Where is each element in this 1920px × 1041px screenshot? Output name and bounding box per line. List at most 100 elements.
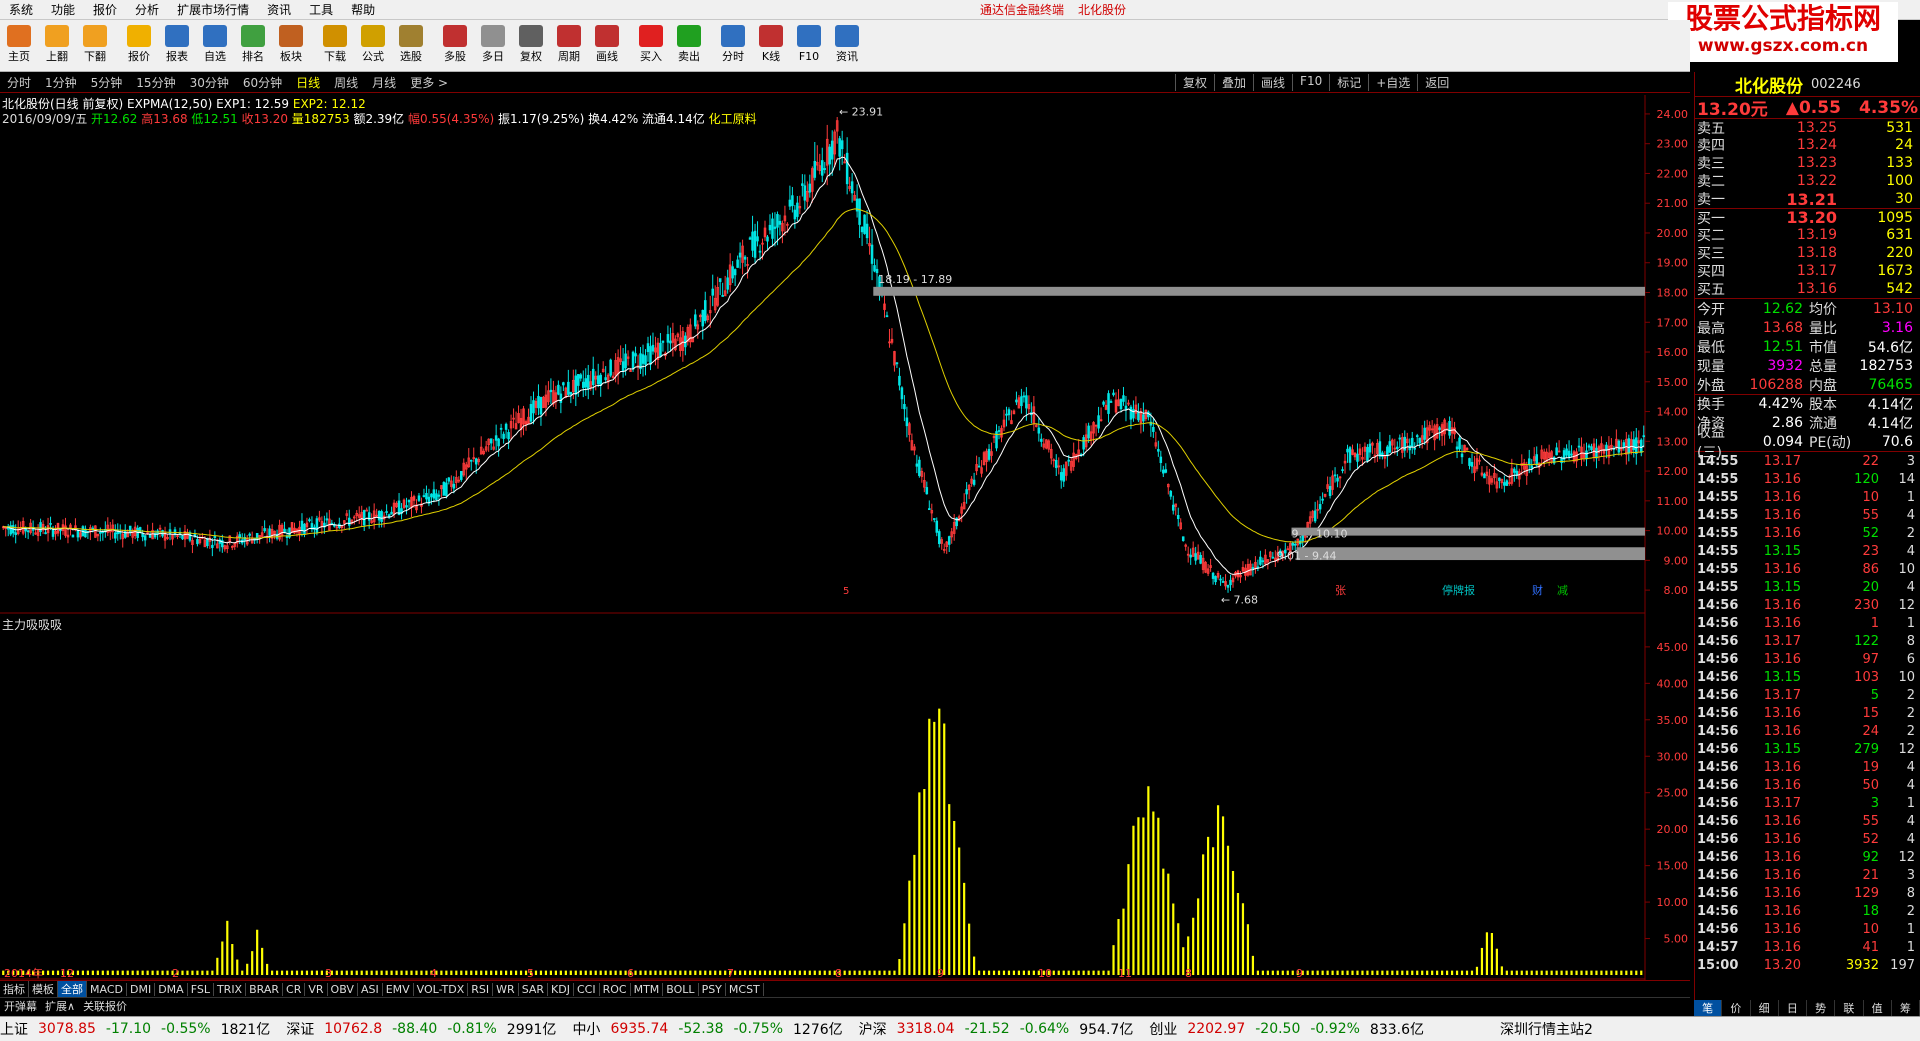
indicator-tab-4[interactable]: DMI — [127, 982, 156, 996]
quote-tab-5[interactable]: 联 — [1835, 1000, 1864, 1016]
toolbar-button-9[interactable]: 公式 — [354, 20, 392, 70]
extra-tab-1[interactable]: 扩展∧ — [41, 998, 79, 1014]
bid-row-4[interactable]: 买五 13.16 542 — [1695, 280, 1920, 298]
toolbar-button-3[interactable]: 报价 — [120, 20, 158, 70]
period-tab-1[interactable]: 1分钟 — [38, 74, 84, 91]
indicator-tab-21[interactable]: MTM — [631, 982, 664, 996]
menu-item-6[interactable]: 工具 — [300, 0, 342, 20]
bid-row-1[interactable]: 买二 13.19 631 — [1695, 226, 1920, 244]
tick-list[interactable]: 14:55 13.17 22 3 14:55 13.16 120 14 14:55 13.16 10… — [1695, 451, 1920, 974]
quote-tab-6[interactable]: 值 — [1864, 1000, 1892, 1016]
indicator-tab-6[interactable]: FSL — [188, 982, 214, 996]
ask-row-2[interactable]: 卖三 13.23 133 — [1695, 154, 1920, 172]
toolbar-button-17[interactable]: 卖出 — [670, 20, 708, 70]
indicator-tab-5[interactable]: DMA — [155, 982, 188, 996]
menu-item-5[interactable]: 资讯 — [258, 0, 300, 20]
toolbar-button-20[interactable]: F10 — [790, 20, 828, 70]
toolbar-button-13[interactable]: 复权 — [512, 20, 550, 70]
toolbar-button-19[interactable]: K线 — [752, 20, 790, 70]
indicator-tab-13[interactable]: EMV — [383, 982, 414, 996]
indicator-tab-1[interactable]: 模板 — [29, 981, 58, 997]
indicator-tab-17[interactable]: SAR — [519, 982, 549, 996]
indicator-tab-10[interactable]: VR — [305, 982, 328, 996]
toolbar-button-21[interactable]: 资讯 — [828, 20, 866, 70]
toolbar-button-1[interactable]: 上翻 — [38, 20, 76, 70]
toolbar-button-11[interactable]: 多股 — [436, 20, 474, 70]
quote-tab-2[interactable]: 细 — [1751, 1000, 1779, 1016]
chart-button-3[interactable]: F10 — [1292, 74, 1329, 91]
candle-body — [586, 374, 590, 390]
period-tab-7[interactable]: 周线 — [327, 74, 365, 91]
chart-button-0[interactable]: 复权 — [1175, 74, 1214, 91]
extra-tab-0[interactable]: 开弹幕 — [0, 998, 41, 1014]
indicator-tab-14[interactable]: VOL-TDX — [414, 982, 469, 996]
toolbar-button-10[interactable]: 选股 — [392, 20, 430, 70]
indicator-tab-20[interactable]: ROC — [600, 982, 631, 996]
indicator-tab-9[interactable]: CR — [283, 982, 306, 996]
quote-tab-1[interactable]: 价 — [1722, 1000, 1751, 1016]
tick-time: 14:55 — [1697, 489, 1739, 505]
indicator-tab-23[interactable]: PSY — [699, 982, 726, 996]
chart-button-6[interactable]: 返回 — [1417, 74, 1456, 91]
candle-body — [1346, 448, 1349, 453]
indicator-tab-11[interactable]: OBV — [328, 982, 358, 996]
period-tab-9[interactable]: 更多 > — [403, 74, 455, 91]
kline-chart[interactable]: 24.00 23.00 22.00 21.00 20.00 19.00 18.00 17.00… — [0, 95, 1692, 980]
toolbar-button-14[interactable]: 周期 — [550, 20, 588, 70]
period-tab-4[interactable]: 30分钟 — [183, 74, 236, 91]
period-tab-8[interactable]: 月线 — [365, 74, 403, 91]
indicator-tab-24[interactable]: MCST — [726, 982, 764, 996]
toolbar-button-8[interactable]: 下载 — [316, 20, 354, 70]
chart-button-5[interactable]: +自选 — [1368, 74, 1417, 91]
menu-item-7[interactable]: 帮助 — [342, 0, 384, 20]
period-tab-0[interactable]: 分时 — [0, 74, 38, 91]
menu-item-4[interactable]: 扩展市场行情 — [168, 0, 258, 20]
indicator-tab-12[interactable]: ASI — [358, 982, 383, 996]
period-tab-5[interactable]: 60分钟 — [236, 74, 289, 91]
toolbar-button-16[interactable]: 买入 — [632, 20, 670, 70]
quote-tab-3[interactable]: 日 — [1779, 1000, 1807, 1016]
ask-row-1[interactable]: 卖四 13.24 24 — [1695, 136, 1920, 154]
quote-tab-4[interactable]: 势 — [1807, 1000, 1836, 1016]
ask-row-0[interactable]: 卖五 13.25 531 — [1695, 118, 1920, 137]
toolbar-button-2[interactable]: 下翻 — [76, 20, 114, 70]
indicator-tab-22[interactable]: BOLL — [663, 982, 699, 996]
bid-row-0[interactable]: 买一 13.20 1095 — [1695, 208, 1920, 227]
menu-item-2[interactable]: 报价 — [84, 0, 126, 20]
chart-button-2[interactable]: 画线 — [1253, 74, 1292, 91]
chart-button-1[interactable]: 叠加 — [1214, 74, 1253, 91]
toolbar-button-6[interactable]: 排名 — [234, 20, 272, 70]
indicator-tab-7[interactable]: TRIX — [214, 982, 247, 996]
quote-tab-0[interactable]: 笔 — [1694, 1000, 1723, 1016]
toolbar-button-7[interactable]: 板块 — [272, 20, 310, 70]
toolbar-button-4[interactable]: 报表 — [158, 20, 196, 70]
indicator-tab-8[interactable]: BRAR — [246, 982, 284, 996]
bid-row-3[interactable]: 买四 13.17 1673 — [1695, 262, 1920, 280]
ask-row-4[interactable]: 卖一 13.21 30 — [1695, 190, 1920, 209]
indicator-tab-3[interactable]: MACD — [87, 982, 127, 996]
indicator-tab-16[interactable]: WR — [493, 982, 519, 996]
toolbar-button-18[interactable]: 分时 — [714, 20, 752, 70]
period-tab-2[interactable]: 5分钟 — [84, 74, 130, 91]
tick-price: 13.16 — [1763, 921, 1801, 937]
toolbar-button-15[interactable]: 画线 — [588, 20, 626, 70]
menu-item-3[interactable]: 分析 — [126, 0, 168, 20]
toolbar-button-0[interactable]: 主页 — [0, 20, 38, 70]
period-tab-3[interactable]: 15分钟 — [129, 74, 182, 91]
toolbar-button-5[interactable]: 自选 — [196, 20, 234, 70]
quote-tab-7[interactable]: 筹 — [1892, 1000, 1920, 1016]
bid-row-2[interactable]: 买三 13.18 220 — [1695, 244, 1920, 262]
menu-item-1[interactable]: 功能 — [42, 0, 84, 20]
indicator-tab-15[interactable]: RSI — [468, 982, 494, 996]
period-tab-6[interactable]: 日线 — [289, 74, 327, 91]
menu-item-0[interactable]: 系统 — [0, 0, 42, 20]
indicator-tab-2[interactable]: 全部 — [58, 981, 87, 997]
indicator-tab-19[interactable]: CCI — [574, 982, 600, 996]
toolbar-button-12[interactable]: 多日 — [474, 20, 512, 70]
chart-button-4[interactable]: 标记 — [1329, 74, 1368, 91]
ask-row-3[interactable]: 卖二 13.22 100 — [1695, 172, 1920, 190]
extra-tab-2[interactable]: 关联报价 — [79, 998, 131, 1014]
indicator-tab-18[interactable]: KDJ — [548, 982, 574, 996]
x-month-label: 8 — [835, 967, 842, 980]
indicator-tab-0[interactable]: 指标 — [0, 981, 29, 997]
